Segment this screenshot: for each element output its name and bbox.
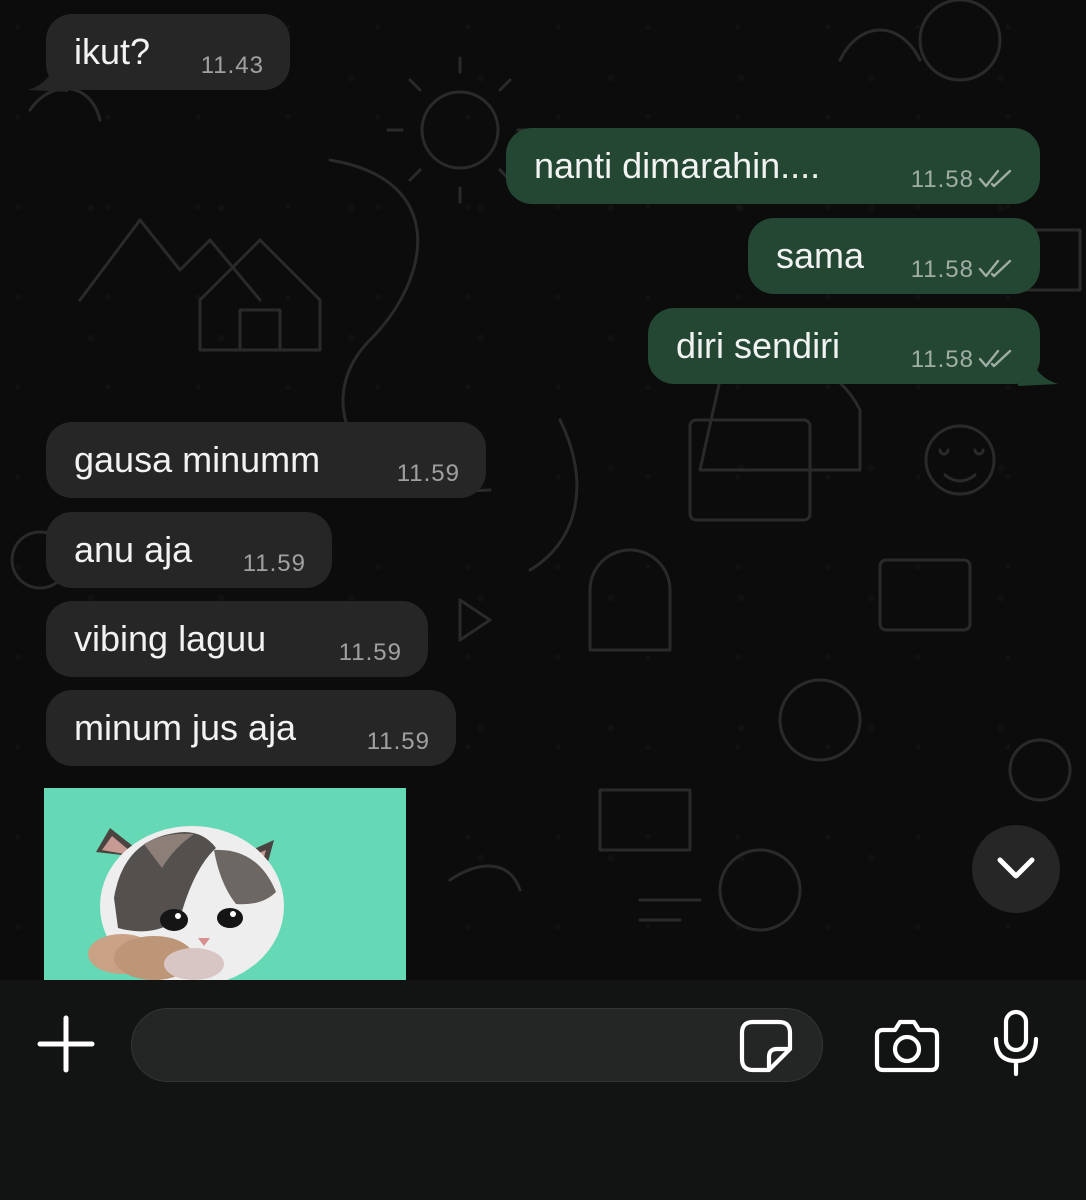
message-bubble-outgoing[interactable]: diri sendiri 11.58 [648,308,1040,384]
message-time: 11.43 [200,52,264,79]
message-time: 11.59 [366,728,430,755]
kitten-image [88,826,284,980]
chevron-down-icon [997,857,1035,879]
chat-area[interactable]: ikut? 11.43 nanti dimarahin.... 11.58 sa… [0,0,1086,980]
camera-icon [874,1019,940,1073]
message-text: diri sendiri [676,325,841,366]
message-text: vibing laguu [74,618,267,659]
message-bubble-incoming[interactable]: gausa minumm 11.59 [46,422,486,498]
message-bubble-incoming[interactable]: ikut? 11.43 [46,14,290,90]
message-text: sama [776,235,865,276]
message-bubble-incoming[interactable]: vibing laguu 11.59 [46,601,428,677]
message-time: 11.59 [242,550,306,577]
bubble-tail [1018,356,1058,386]
scroll-to-bottom-button[interactable] [972,825,1060,913]
sticker-icon [739,1019,793,1073]
read-receipt-icon [978,349,1012,368]
read-receipt-icon [978,169,1012,188]
plus-icon [37,1015,95,1073]
camera-button[interactable] [872,1016,942,1076]
message-text: gausa minumm [74,439,321,480]
message-text: nanti dimarahin.... [534,145,821,186]
message-time: 11.59 [396,460,460,487]
message-text: minum jus aja [74,707,297,748]
message-text: anu aja [74,529,193,570]
voice-message-button[interactable] [988,1008,1044,1078]
attach-button[interactable] [34,1012,98,1076]
sticker-button[interactable] [738,1018,794,1074]
microphone-icon [993,1009,1039,1077]
message-time: 11.58 [910,256,974,283]
message-bubble-outgoing[interactable]: sama 11.58 [748,218,1040,294]
message-input[interactable] [131,1008,823,1082]
message-bubble-outgoing[interactable]: nanti dimarahin.... 11.58 [506,128,1040,204]
message-bubble-incoming[interactable]: anu aja 11.59 [46,512,332,588]
read-receipt-icon [978,259,1012,278]
message-time: 11.58 [910,166,974,193]
message-time: 11.58 [910,346,974,373]
message-text: ikut? [74,31,151,72]
message-bubble-incoming[interactable]: minum jus aja 11.59 [46,690,456,766]
message-time: 11.59 [338,639,402,666]
kitten-sticker[interactable] [44,788,406,980]
